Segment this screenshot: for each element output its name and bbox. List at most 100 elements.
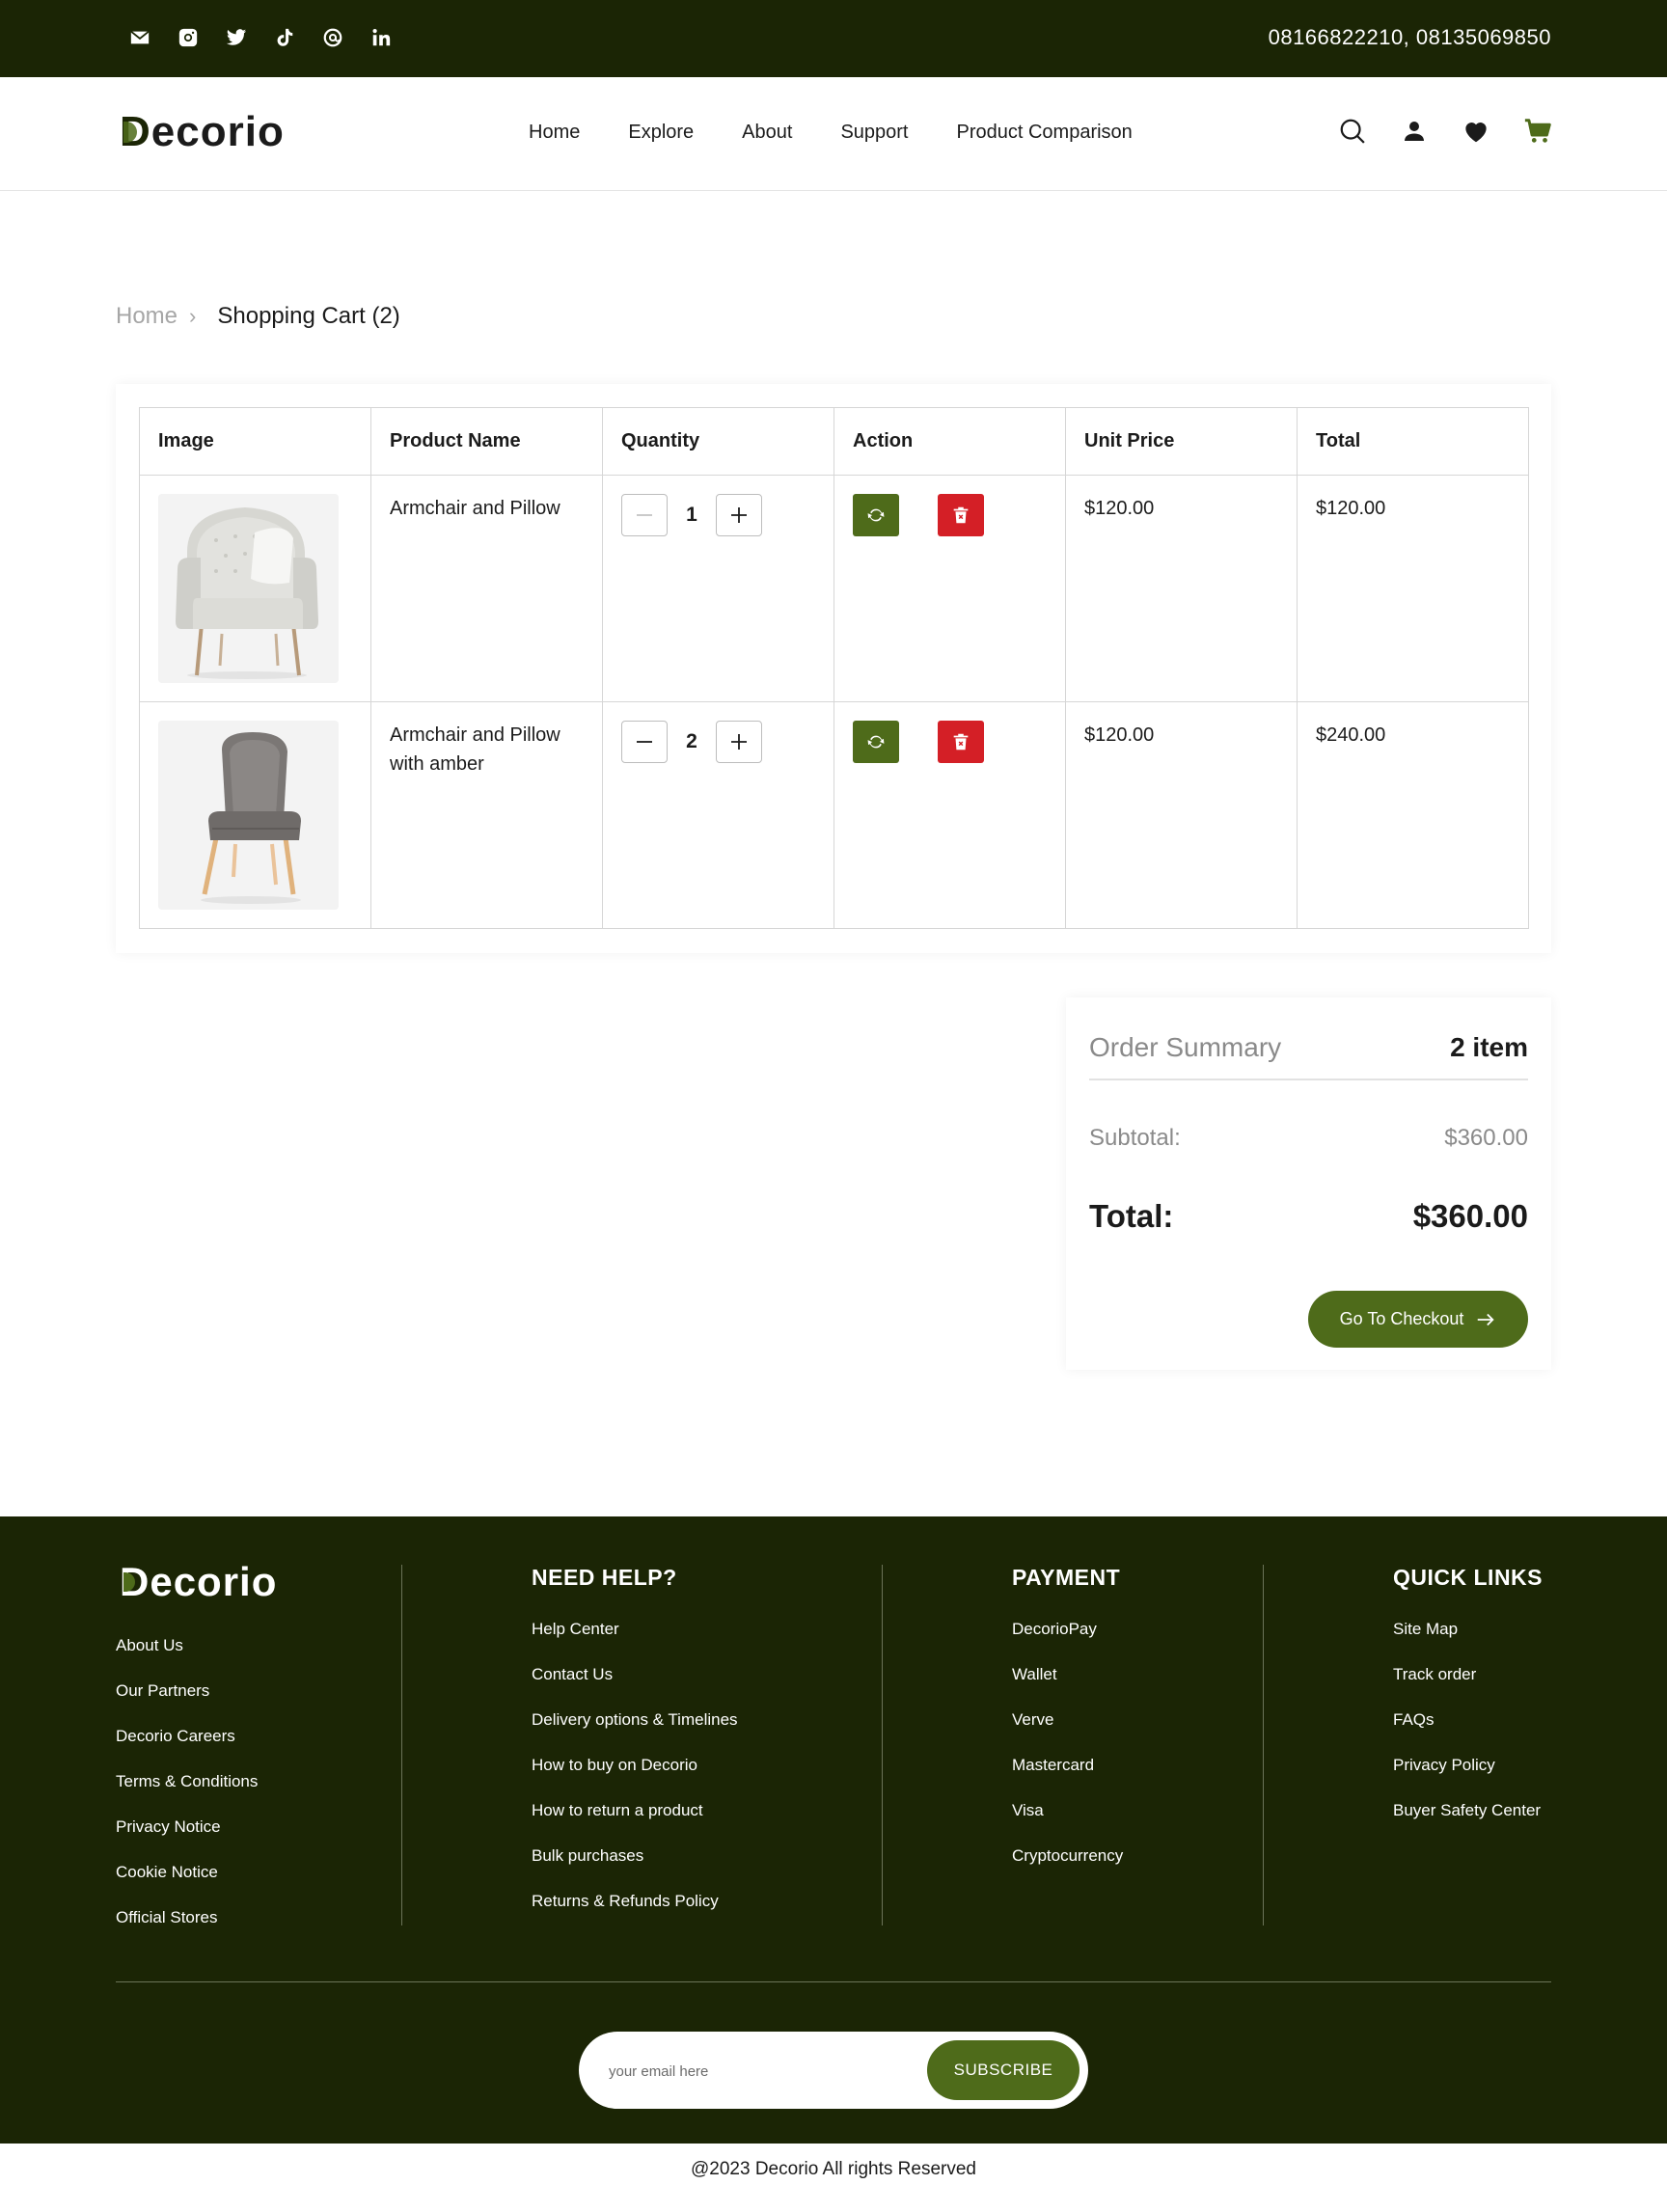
site-footer: Decorio About Us Our Partners Decorio Ca… [0,1516,1667,2144]
chevron-right-icon: › [189,304,197,328]
threads-icon[interactable] [320,25,345,50]
footer-link[interactable]: Bulk purchases [532,1846,738,1892]
footer-link[interactable]: Privacy Policy [1393,1756,1543,1801]
logo-text: ecorio [150,108,285,155]
action-cell [834,701,1066,929]
footer-link[interactable]: How to return a product [532,1801,738,1846]
order-summary: Order Summary 2 item Subtotal: $360.00 T… [1066,997,1551,1370]
footer-link[interactable]: Buyer Safety Center [1393,1801,1543,1846]
table-header-row: Image Product Name Quantity Action Unit … [139,407,1529,476]
total-row: Total: $360.00 [1089,1198,1528,1235]
column-header: Product Name [370,407,603,476]
footer-column-company: About Us Our Partners Decorio Careers Te… [116,1636,258,1953]
footer-heading: PAYMENT [1012,1565,1121,1590]
footer-link[interactable]: Cryptocurrency [1012,1846,1123,1892]
checkout-button[interactable]: Go To Checkout [1308,1291,1528,1348]
total-cell: $120.00 [1297,475,1529,702]
breadcrumb-home[interactable]: Home [116,303,178,330]
nav-product-comparison[interactable]: Product Comparison [957,122,1133,144]
breadcrumb: Home › Shopping Cart (2) [116,303,400,330]
phone-numbers: 08166822210, 08135069850 [1268,25,1551,49]
image-cell [139,701,371,929]
footer-link[interactable]: Our Partners [116,1681,258,1727]
footer-link[interactable]: About Us [116,1636,258,1681]
delete-icon[interactable] [938,494,984,536]
main-nav: Home Explore About Support Product Compa… [529,122,1133,144]
footer-link[interactable]: Visa [1012,1801,1123,1846]
total-cell: $240.00 [1297,701,1529,929]
decrease-quantity-button[interactable] [621,721,668,763]
user-icon[interactable] [1399,116,1430,147]
footer-heading: NEED HELP? [532,1565,677,1590]
quantity-value: 2 [686,730,697,752]
footer-logo-mark: D [120,1559,150,1604]
footer-link[interactable]: Decorio Careers [116,1727,258,1772]
unit-price-cell: $120.00 [1065,701,1298,929]
cart-icon[interactable] [1522,116,1553,147]
footer-link[interactable]: Verve [1012,1710,1123,1756]
increase-quantity-button[interactable] [716,721,762,763]
footer-link[interactable]: DecorioPay [1012,1620,1123,1665]
footer-link[interactable]: FAQs [1393,1710,1543,1756]
footer-divider [1263,1565,1264,1925]
footer-link[interactable]: Official Stores [116,1908,258,1953]
footer-link[interactable]: Wallet [1012,1665,1123,1710]
footer-link[interactable]: Contact Us [532,1665,738,1710]
footer-link[interactable]: How to buy on Decorio [532,1756,738,1801]
search-icon[interactable] [1337,116,1368,147]
subtotal-row: Subtotal: $360.00 [1089,1125,1528,1152]
social-links [127,25,394,50]
refresh-icon[interactable] [853,721,899,763]
footer-link[interactable]: Terms & Conditions [116,1772,258,1817]
increase-quantity-button[interactable] [716,494,762,536]
tiktok-icon[interactable] [272,25,297,50]
chair-image[interactable] [158,721,339,910]
column-header: Unit Price [1065,407,1298,476]
nav-about[interactable]: About [742,122,792,144]
email-icon[interactable] [127,25,152,50]
top-bar: 08166822210, 08135069850 [0,0,1667,77]
subtotal-value: $360.00 [1444,1125,1528,1151]
action-cell [834,475,1066,702]
footer-link[interactable]: Returns & Refunds Policy [532,1892,738,1937]
refresh-icon[interactable] [853,494,899,536]
nav-support[interactable]: Support [840,122,908,144]
footer-link[interactable]: Cookie Notice [116,1863,258,1908]
product-name-cell[interactable]: Armchair and Pillow [370,475,603,702]
nav-explore[interactable]: Explore [628,122,694,144]
copyright: @2023 Decorio All rights Reserved [691,2159,976,2179]
cart-table: Image Product Name Quantity Action Unit … [139,407,1529,929]
unit-price-cell: $120.00 [1065,475,1298,702]
twitter-icon[interactable] [224,25,249,50]
checkout-label: Go To Checkout [1339,1309,1464,1328]
table-row: Armchair and Pillow with amber 2 $120.00… [139,701,1529,929]
footer-link[interactable]: Delivery options & Timelines [532,1710,738,1756]
delete-icon[interactable] [938,721,984,763]
armchair-image[interactable] [158,494,339,683]
breadcrumb-current: Shopping Cart (2) [217,303,400,329]
row-actions [853,721,1047,763]
footer-link[interactable]: Track order [1393,1665,1543,1710]
heart-icon[interactable] [1461,116,1491,147]
footer-logo[interactable]: Decorio [120,1559,277,1605]
footer-link[interactable]: Mastercard [1012,1756,1123,1801]
product-name-cell[interactable]: Armchair and Pillow with amber [370,701,603,929]
footer-column-payment: PAYMENT DecorioPay Wallet Verve Masterca… [1012,1565,1123,1892]
nav-home[interactable]: Home [529,122,580,144]
linkedin-icon[interactable] [369,25,394,50]
email-field[interactable] [609,2056,927,2087]
column-header: Quantity [602,407,834,476]
table-row: Armchair and Pillow 1 $120.00 $120.00 [139,475,1529,702]
logo[interactable]: Decorio [120,108,285,156]
quantity-stepper: 1 [621,494,815,536]
subscribe-button[interactable]: SUBSCRIBE [927,2040,1079,2100]
quantity-cell: 2 [602,701,834,929]
decrease-quantity-button[interactable] [621,494,668,536]
column-header: Action [834,407,1066,476]
header-actions [1337,116,1553,147]
instagram-icon[interactable] [176,25,201,50]
footer-link[interactable]: Help Center [532,1620,738,1665]
footer-link[interactable]: Site Map [1393,1620,1543,1665]
footer-column-help: NEED HELP? Help Center Contact Us Delive… [532,1565,738,1937]
footer-link[interactable]: Privacy Notice [116,1817,258,1863]
